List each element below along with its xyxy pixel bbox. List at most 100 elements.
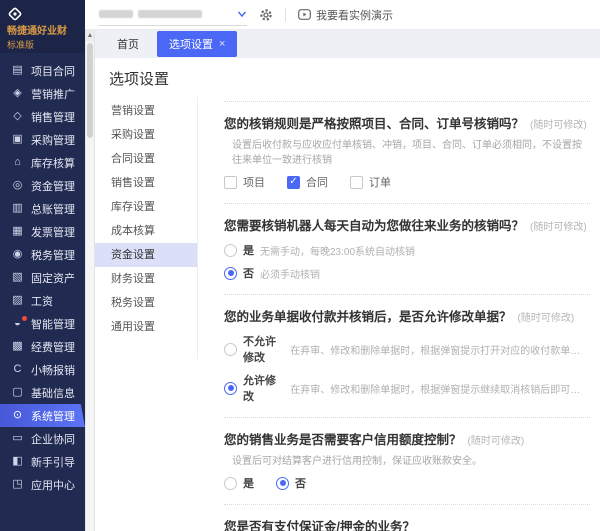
radio-option[interactable]: 否 [276,475,306,491]
radio-label: 是 [243,475,254,491]
sidebar-item-expense-mgmt[interactable]: ▩经费管理 [0,335,85,358]
submenu-item-8[interactable]: 税务设置 [95,291,197,315]
radio-option[interactable]: 否必须手动核销 [224,265,590,281]
company-selector[interactable] [99,4,247,26]
settings-gear-icon[interactable] [259,8,273,22]
questions-list: 您的核销规则是严格按照项目、合同、订单号核销吗？(随时可修改)设置后收付款与应收… [198,101,600,531]
question-title-text: 您是否有支付保证金/押金的业务？ [224,520,415,531]
topbar-divider [285,8,286,22]
sidebar-item-label: 销售管理 [31,109,75,125]
checkbox-option[interactable]: 项目 [224,174,265,190]
sidebar-item-enterprise-collab[interactable]: ▭企业协同 [0,427,85,450]
radio-selected-icon[interactable] [276,477,289,490]
submenu-item-5[interactable]: 成本核算 [95,219,197,243]
checkbox-label: 订单 [369,174,391,190]
project-contract-icon: ▤ [10,65,25,76]
radio-unselected-icon[interactable] [224,477,237,490]
sidebar-scrollbar[interactable]: ▲ [85,30,95,531]
marketing-promo-icon: ◈ [10,88,25,99]
general-ledger-icon: ▥ [10,203,25,214]
sidebar-item-base-info[interactable]: ▢基础信息 [0,381,85,404]
question-pay-deposit: 您是否有支付保证金/押金的业务？注：若保证金/押金没有全部收回，不能由“是”切换… [224,504,590,531]
purchase-mgmt-icon: ▣ [10,134,25,145]
radio-option[interactable]: 允许修改在弃审、修改和删除单据时，根据弹窗提示继续取消核销后即可完成操作 [224,372,590,404]
question-hint: (随时可修改) [530,222,587,233]
submenu-item-2[interactable]: 合同设置 [95,147,197,171]
main-content: 选项设置 营销设置采购设置合同设置销售设置库存设置成本核算资金设置财务设置税务设… [95,58,600,531]
sidebar-item-tax-mgmt[interactable]: ◉税务管理 [0,243,85,266]
sidebar-item-label: 系统管理 [31,408,75,424]
scrollbar-thumb[interactable] [87,43,93,138]
submenu-item-4[interactable]: 库存设置 [95,195,197,219]
sidebar-item-label: 固定资产 [31,270,75,286]
check-mark-icon: ✓ [289,177,297,187]
radio-selected-icon[interactable] [224,382,237,395]
radio-option[interactable]: 是 [224,475,254,491]
tab-option-settings[interactable]: 选项设置× [157,31,237,57]
submenu-item-1[interactable]: 采购设置 [95,123,197,147]
radio-note: 无需手动，每晚23:00系统自动核销 [260,243,415,258]
question-options: 是否 [224,475,590,491]
submenu-item-6[interactable]: 资金设置 [95,243,197,267]
checkbox-option[interactable]: ✓合同 [287,174,328,190]
sidebar-item-funds-mgmt[interactable]: ◎资金管理 [0,174,85,197]
submenu-item-7[interactable]: 财务设置 [95,267,197,291]
radio-selected-icon[interactable] [224,267,237,280]
submenu-item-3[interactable]: 销售设置 [95,171,197,195]
checkbox-option[interactable]: 订单 [350,174,391,190]
radio-unselected-icon[interactable] [224,244,237,257]
radio-option[interactable]: 不允许修改在弃审、修改和删除单据时，根据弹窗提示打开对应的收付款单，取消核销后，… [224,333,590,365]
app-logo: 畅捷通好业财 标准版 [0,0,85,53]
sidebar-item-label: 企业协同 [31,431,75,447]
sidebar-item-label: 发票管理 [31,224,75,240]
sidebar-item-sales-mgmt[interactable]: ◇ 销售管理 [0,105,85,128]
demo-link-label: 我要看实例演示 [316,7,393,23]
notification-badge [22,316,27,321]
sidebar-item-system-mgmt[interactable]: ⊙系统管理 [0,404,85,427]
sidebar-item-smart-mgmt[interactable]: ◒ 智能管理 [0,312,85,335]
submenu-item-0[interactable]: 营销设置 [95,99,197,123]
smart-mgmt-icon: ◒ [10,318,25,329]
sidebar-item-project-contract[interactable]: ▤项目合同 [0,59,85,82]
chevron-down-icon [237,9,247,19]
funds-mgmt-icon: ◎ [10,180,25,191]
inventory-accounting-icon: ⌂ [10,157,25,168]
sales-mgmt-icon: ◇ [10,111,25,122]
sidebar-item-marketing-promo[interactable]: ◈ 营销推广 [0,82,85,105]
checkbox-unchecked-icon[interactable] [350,176,363,189]
demo-link[interactable]: 我要看实例演示 [298,7,393,23]
checkbox-checked-icon[interactable]: ✓ [287,176,300,189]
sidebar-item-payroll[interactable]: ▨工资 [0,289,85,312]
checkbox-label: 项目 [243,174,265,190]
sidebar-item-xiaochang-reimburse[interactable]: C小畅报销 [0,358,85,381]
question-hint: (随时可修改) [530,120,587,131]
submenu-item-9[interactable]: 通用设置 [95,315,197,339]
sidebar-item-label: 税务管理 [31,247,75,263]
question-allow-edit-after-writeoff: 您的业务单据收付款并核销后，是否允许修改单据？(随时可修改) 不允许修改在弃审、修… [224,294,590,417]
sidebar-item-label: 营销推广 [31,86,75,102]
question-writeoff-rule: 您的核销规则是严格按照项目、合同、订单号核销吗？(随时可修改)设置后收付款与应收… [224,101,590,203]
radio-option[interactable]: 是无需手动，每晚23:00系统自动核销 [224,242,590,258]
sidebar-item-purchase-mgmt[interactable]: ▣ 采购管理 [0,128,85,151]
sidebar-item-beginner-guide[interactable]: ◧新手引导 [0,450,85,473]
sidebar-item-label: 总账管理 [31,201,75,217]
sidebar-item-general-ledger[interactable]: ▥ 总账管理 [0,197,85,220]
invoice-mgmt-icon: ▦ [10,226,25,237]
question-credit-limit-control: 您的销售业务是否需要客户信用额度控制？(随时可修改)设置后可对结算客户进行信用控… [224,417,590,504]
scroll-up-arrow-icon[interactable]: ▲ [86,30,94,41]
sidebar-nav: ▤项目合同 ◈ 营销推广 ◇ 销售管理 ▣ 采购管理 ⌂库存核算◎资金管理 ▥ 总账管理 ▦ 发票管理… [0,53,85,496]
question-hint: (随时可修改) [518,313,575,324]
tab-close-icon[interactable]: × [219,39,225,50]
question-title: 您的业务单据收付款并核销后，是否允许修改单据？(随时可修改) [224,306,590,325]
tab-home[interactable]: 首页 [105,31,151,57]
sidebar-item-label: 采购管理 [31,132,75,148]
sidebar-item-app-center[interactable]: ◳应用中心 [0,473,85,496]
app-logo-title: 畅捷通好业财 [7,22,67,37]
sidebar-item-fixed-assets[interactable]: ▧固定资产 [0,266,85,289]
radio-unselected-icon[interactable] [224,343,237,356]
sidebar-item-inventory-accounting[interactable]: ⌂库存核算 [0,151,85,174]
sidebar-item-label: 智能管理 [31,316,75,332]
checkbox-unchecked-icon[interactable] [224,176,237,189]
sidebar-item-invoice-mgmt[interactable]: ▦ 发票管理 [0,220,85,243]
question-auto-writeoff-robot: 您需要核销机器人每天自动为您做往来业务的核销吗？(随时可修改)是无需手动，每晚2… [224,203,590,294]
